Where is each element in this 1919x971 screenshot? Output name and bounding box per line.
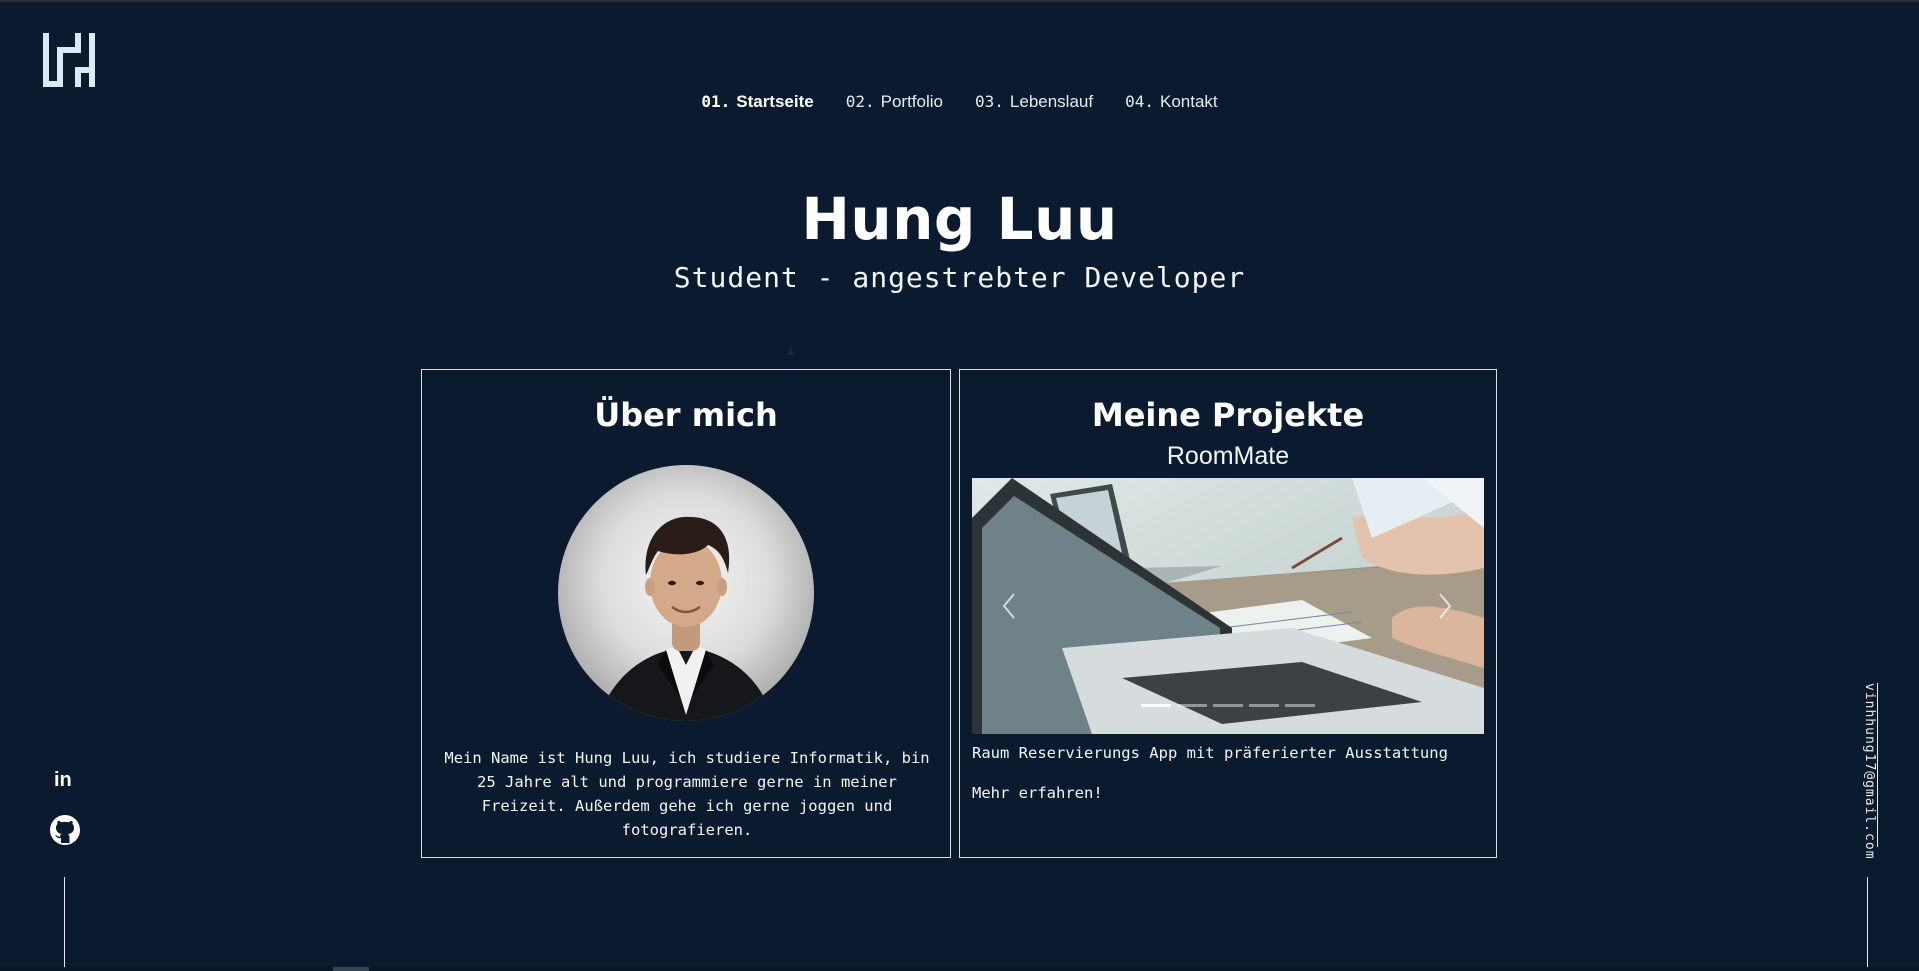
carousel-prev-icon[interactable] — [998, 590, 1022, 622]
left-divider-line — [64, 877, 65, 971]
mouse-cursor-icon: ▲ — [787, 346, 795, 357]
right-divider-line — [1867, 877, 1868, 971]
nav-label: Lebenslauf — [1009, 92, 1094, 111]
learn-more-link[interactable]: Mehr erfahren! — [972, 784, 1103, 802]
nav-number: 04. — [1125, 92, 1154, 111]
github-icon[interactable] — [49, 814, 81, 846]
nav-item-lebenslauf[interactable]: 03. Lebenslauf — [975, 92, 1093, 112]
project-carousel[interactable] — [972, 478, 1484, 734]
carousel-indicators — [972, 704, 1484, 707]
project-image — [972, 478, 1484, 734]
nav-number: 01. — [701, 92, 731, 111]
email-link[interactable]: vinhhung17@gmail.com — [1862, 683, 1877, 860]
carousel-indicator[interactable] — [1285, 704, 1315, 707]
nav-item-startseite[interactable]: 01. Startseite — [701, 92, 813, 112]
nav-label: Portfolio — [880, 92, 943, 111]
carousel-indicator[interactable] — [1141, 704, 1171, 707]
email-underline — [1877, 683, 1878, 847]
hero-name: Hung Luu — [801, 185, 1118, 253]
hero-subtitle: Student - angestrebter Developer — [673, 261, 1246, 294]
carousel-indicator[interactable] — [1177, 704, 1207, 707]
scrollbar-thumb[interactable] — [333, 967, 369, 971]
person-portrait-icon — [598, 516, 774, 721]
about-title: Über mich — [594, 396, 778, 434]
carousel-indicator[interactable] — [1249, 704, 1279, 707]
project-name: RoomMate — [1166, 442, 1290, 470]
carousel-indicator[interactable] — [1213, 704, 1243, 707]
main-navigation: 01. Startseite 02. Portfolio 03. Lebensl… — [0, 92, 1919, 112]
nav-item-portfolio[interactable]: 02. Portfolio — [846, 92, 943, 112]
carousel-next-icon[interactable] — [1432, 590, 1456, 622]
nav-number: 02. — [845, 92, 875, 111]
project-description: Raum Reservierungs App mit präferierter … — [972, 744, 1448, 762]
nav-number: 03. — [975, 92, 1004, 111]
about-card: Über mich Mein Name ist Hung Luu, ich st… — [421, 369, 951, 858]
top-border — [0, 0, 1919, 2]
nav-label: Kontakt — [1160, 92, 1218, 111]
horizontal-scrollbar[interactable] — [0, 967, 1919, 971]
logo-icon[interactable] — [43, 33, 95, 87]
nav-label: Startseite — [736, 92, 814, 111]
projects-card: Meine Projekte RoomMate Raum Reservierun… — [959, 369, 1497, 858]
profile-photo — [558, 465, 814, 721]
about-text: Mein Name ist Hung Luu, ich studiere Inf… — [444, 749, 930, 839]
nav-item-kontakt[interactable]: 04. Kontakt — [1125, 92, 1218, 112]
projects-title: Meine Projekte — [1091, 396, 1365, 434]
linkedin-icon[interactable]: in — [54, 769, 72, 792]
